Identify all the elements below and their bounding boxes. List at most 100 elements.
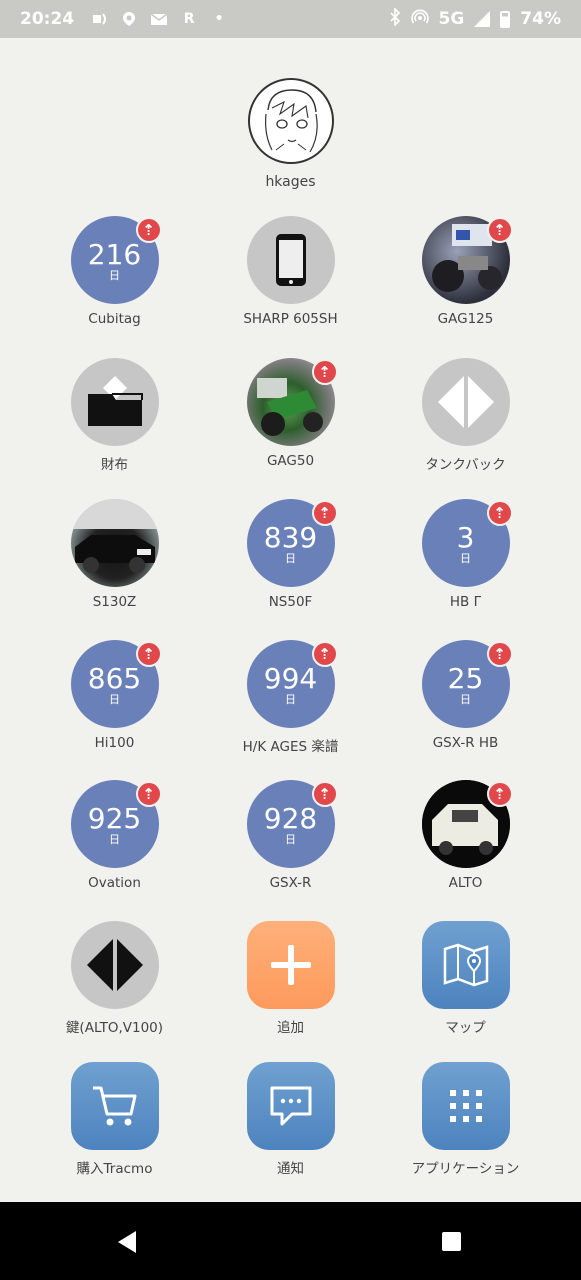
tag-item[interactable]: 216 日 ⇡ Cubitag [27,216,202,327]
battery-icon [500,10,511,28]
location-icon [120,11,138,27]
tag-item[interactable]: 865 日 ⇡ Hi100 [27,640,202,751]
car-photo-icon [70,499,159,573]
tag-label: GSX-R [269,875,312,891]
tag-label: ALTO [448,875,483,891]
map-button[interactable]: マップ [378,921,553,1036]
add-tile[interactable] [246,921,335,1009]
tag-label: タンクバック [425,457,506,473]
notify-tile[interactable] [246,1062,335,1150]
system-nav-bar [0,1202,581,1280]
cart-icon [92,1086,136,1126]
notify-button[interactable]: 通知 [203,1062,378,1177]
upload-arrow-icon[interactable]: ⇡ [311,641,338,667]
plus-icon [270,945,311,985]
notify-label: 通知 [277,1161,304,1177]
sketch-face-icon [264,89,318,153]
tag-item[interactable]: 鍵(ALTO,V100) [27,921,202,1036]
map-label: マップ [445,1020,486,1036]
days-count: 25 [447,662,484,695]
upload-arrow-icon[interactable]: ⇡ [135,781,162,807]
upload-arrow-icon[interactable]: ⇡ [311,500,338,526]
tag-label: S130Z [92,594,137,610]
status-time: 20:24 [20,9,75,29]
map-tile[interactable] [421,921,510,1009]
days-count: 928 [263,802,318,835]
upload-arrow-icon[interactable]: ⇡ [135,641,162,667]
tag-item[interactable]: S130Z [27,499,202,610]
days-count: 994 [263,662,318,695]
profile-name: hkages [265,174,316,190]
tag-label: GSX-R HB [432,735,499,751]
days-count: 865 [87,662,142,695]
tag-item[interactable]: 994 日 ⇡ H/K AGES 楽譜 [203,640,378,755]
chat-icon [270,1086,311,1126]
battery-percent: 74% [520,9,561,29]
tag-item[interactable]: 928 日 ⇡ GSX-R [203,780,378,891]
tag-label: 財布 [101,457,128,473]
tag-item[interactable]: タンクバック [378,358,553,473]
rakuten-icon: R [183,11,195,27]
tag-label: NS50F [268,594,313,610]
tag-item[interactable]: 財布 [27,358,202,473]
days-count: 216 [87,238,142,271]
days-count: 925 [87,802,142,835]
buy-button[interactable]: 購入Tracmo [27,1062,202,1177]
signal-icon [474,11,491,27]
status-bar: 20:24 R • 5G 74% [0,0,581,38]
tag-label: 鍵(ALTO,V100) [65,1020,164,1036]
buy-tile[interactable] [70,1062,159,1150]
tag-label: SHARP 605SH [243,311,338,327]
tag-diamond-dark-icon [86,937,143,993]
tag-item[interactable]: 3 日 ⇡ HB Γ [378,499,553,610]
hotspot-icon [410,8,429,30]
tag-label: H/K AGES 楽譜 [242,739,339,755]
upload-arrow-icon[interactable]: ⇡ [311,359,338,385]
apps-tile[interactable] [421,1062,510,1150]
upload-arrow-icon[interactable]: ⇡ [311,781,338,807]
map-icon [443,943,488,987]
tag-circle [246,216,335,304]
days-unit: 日 [285,552,296,565]
tag-item[interactable]: 25 日 ⇡ GSX-R HB [378,640,553,751]
upload-arrow-icon[interactable]: ⇡ [486,641,513,667]
tag-item[interactable]: ⇡ ALTO [378,780,553,891]
tag-item[interactable]: SHARP 605SH [203,216,378,327]
days-unit: 日 [285,833,296,846]
apps-label: アプリケーション [411,1161,520,1177]
tag-circle [70,358,159,446]
tag-item[interactable]: 925 日 ⇡ Ovation [27,780,202,891]
days-unit: 日 [460,693,471,706]
network-type: 5G [438,9,465,29]
upload-arrow-icon[interactable]: ⇡ [486,500,513,526]
tag-item[interactable]: 839 日 ⇡ NS50F [203,499,378,610]
avatar[interactable] [247,78,334,164]
tag-label: HB Γ [449,594,482,610]
upload-arrow-icon[interactable]: ⇡ [135,217,162,243]
tag-item[interactable]: ⇡ GAG50 [203,358,378,469]
tag-photo [70,499,159,587]
days-unit: 日 [460,552,471,565]
add-button[interactable]: 追加 [203,921,378,1036]
bluetooth-icon [389,7,401,30]
tag-circle [421,358,510,446]
tag-diamond-icon [437,374,494,430]
tag-item[interactable]: ⇡ GAG125 [378,216,553,327]
dot-icon: • [214,11,224,27]
tag-label: Ovation [88,875,141,891]
upload-arrow-icon[interactable]: ⇡ [486,781,513,807]
days-unit: 日 [109,693,120,706]
apps-button[interactable]: アプリケーション [378,1062,553,1177]
upload-arrow-icon[interactable]: ⇡ [486,217,513,243]
days-unit: 日 [109,269,120,282]
mail-icon [150,11,168,27]
grid-icon [449,1090,482,1122]
profile[interactable]: hkages [0,78,581,190]
tag-label: Hi100 [94,735,135,751]
buy-label: 購入Tracmo [76,1161,153,1177]
broadcast-icon [90,11,108,27]
back-icon[interactable] [118,1231,136,1253]
add-label: 追加 [277,1020,304,1036]
days-count: 3 [456,521,475,554]
recents-icon[interactable] [442,1232,461,1251]
